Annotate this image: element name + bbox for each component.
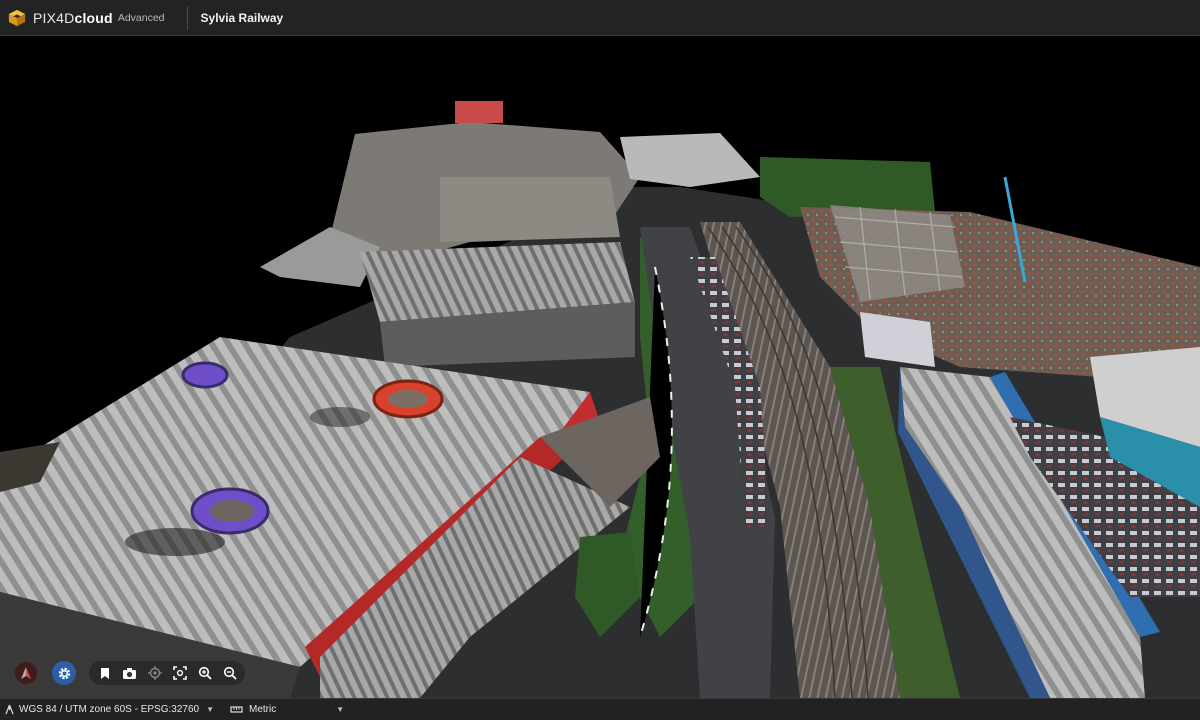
app-header: PIX4Dcloud Advanced Sylvia Railway — [0, 0, 1200, 36]
target-icon — [147, 666, 162, 680]
compass-button[interactable] — [14, 661, 38, 685]
gear-icon — [58, 667, 70, 679]
crs-label: WGS 84 / UTM zone 60S - EPSG:32760 — [19, 704, 200, 715]
fit-view-button[interactable] — [168, 662, 191, 684]
app-logo[interactable]: PIX4Dcloud Advanced — [0, 0, 165, 36]
bookmark-button[interactable] — [93, 662, 116, 684]
project-title: Sylvia Railway — [200, 10, 284, 25]
zoom-out-icon — [223, 666, 237, 680]
north-arrow-icon — [21, 667, 31, 679]
brand-edition: Advanced — [117, 11, 165, 24]
zoom-in-icon — [198, 666, 212, 680]
ruler-icon — [230, 706, 243, 713]
locate-button[interactable] — [143, 662, 166, 684]
settings-button[interactable] — [52, 661, 76, 685]
chevron-down-icon: ▼ — [206, 705, 214, 714]
brand-name: PIX4Dcloud — [33, 9, 113, 26]
crs-selector[interactable]: WGS 84 / UTM zone 60S - EPSG:32760 ▼ — [0, 699, 214, 720]
coordinate-system-icon — [5, 704, 14, 715]
fit-view-icon — [172, 666, 187, 680]
point-cloud-scene — [0, 101, 1200, 698]
units-label: Metric — [249, 704, 277, 715]
camera-icon — [123, 667, 136, 679]
status-bar: WGS 84 / UTM zone 60S - EPSG:32760 ▼ Met… — [0, 698, 1200, 720]
screenshot-button[interactable] — [118, 662, 141, 684]
zoom-in-button[interactable] — [193, 662, 216, 684]
chevron-down-icon: ▼ — [336, 705, 345, 714]
view-tools-toolbar — [89, 661, 245, 685]
header-divider — [186, 5, 188, 30]
zoom-out-button[interactable] — [218, 662, 241, 684]
units-selector[interactable]: Metric ▼ — [230, 699, 344, 720]
bookmark-icon — [100, 667, 109, 679]
cube-logo-icon — [8, 9, 26, 26]
point-cloud-viewport[interactable] — [0, 37, 1200, 698]
